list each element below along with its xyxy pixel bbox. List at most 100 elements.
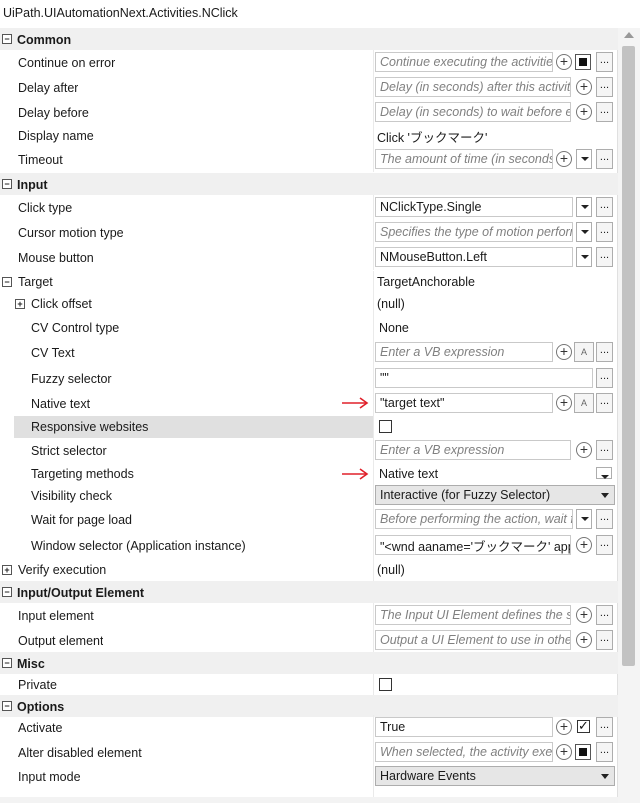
strict-selector-input[interactable]: Enter a VB expression [375, 440, 571, 460]
category-misc[interactable]: − Misc [0, 652, 618, 674]
cv-control-type-value[interactable]: None [379, 315, 409, 340]
add-variable-icon[interactable]: + [556, 719, 572, 735]
prop-cv-text: CV Text Enter a VB expression + A ... [0, 340, 618, 366]
native-text-input[interactable]: "target text" [375, 393, 553, 413]
ellipsis-button[interactable]: ... [596, 440, 613, 460]
column-separator [373, 340, 374, 366]
ellipsis-button[interactable]: ... [596, 222, 613, 242]
category-common[interactable]: − Common [0, 28, 618, 50]
cursor-motion-type-input[interactable]: Specifies the type of motion perforn [375, 222, 573, 242]
continue-on-error-input[interactable]: Continue executing the activities [375, 52, 553, 72]
ellipsis-button[interactable]: ... [596, 342, 613, 362]
vb-expression-icon[interactable]: A [574, 393, 594, 413]
ellipsis-button[interactable]: ... [596, 535, 613, 555]
stop-icon[interactable] [575, 54, 591, 70]
add-variable-icon[interactable]: + [576, 79, 592, 95]
category-label: Options [17, 700, 65, 714]
cv-text-input[interactable]: Enter a VB expression [375, 342, 553, 362]
ellipsis-button[interactable]: ... [596, 102, 613, 122]
private-checkbox[interactable] [379, 678, 392, 691]
collapse-icon[interactable]: − [2, 277, 12, 287]
add-variable-icon[interactable]: + [556, 54, 572, 70]
ellipsis-button[interactable]: ... [596, 197, 613, 217]
column-separator [373, 391, 374, 416]
ellipsis-button[interactable]: ... [596, 742, 613, 762]
add-variable-icon[interactable]: + [576, 632, 592, 648]
category-options[interactable]: − Options [0, 695, 618, 717]
ellipsis-button[interactable]: ... [596, 393, 613, 413]
add-variable-icon[interactable]: + [576, 607, 592, 623]
window-selector-input[interactable]: "<wnd aaname='ブックマーク' app='fi [375, 535, 571, 555]
add-variable-icon[interactable]: + [576, 537, 592, 553]
column-separator [373, 507, 374, 533]
prop-native-text: Native text "target text" + A ... [0, 391, 618, 416]
expand-icon[interactable]: + [2, 565, 12, 575]
prop-label: Cursor motion type [18, 225, 124, 240]
prop-label: Mouse button [18, 250, 94, 265]
dropdown-arrow-icon[interactable] [576, 149, 592, 169]
dropdown-arrow-icon[interactable] [576, 509, 592, 529]
input-mode-select[interactable]: Hardware Events [375, 766, 615, 786]
prop-label: Target [18, 275, 53, 289]
add-variable-icon[interactable]: + [556, 395, 572, 411]
delay-after-input[interactable]: Delay (in seconds) after this activity [375, 77, 571, 97]
dropdown-arrow-icon[interactable] [576, 197, 592, 217]
category-input-output-element[interactable]: − Input/Output Element [0, 581, 618, 603]
alter-disabled-element-input[interactable]: When selected, the activity exec [375, 742, 553, 762]
ellipsis-button[interactable]: ... [596, 247, 613, 267]
ellipsis-button[interactable]: ... [596, 368, 613, 388]
vertical-scrollbar[interactable] [617, 28, 640, 803]
fuzzy-selector-input[interactable]: "" [375, 368, 593, 388]
column-separator [373, 125, 374, 147]
add-variable-icon[interactable]: + [556, 744, 572, 760]
column-separator [373, 485, 374, 507]
expand-icon[interactable]: + [15, 299, 25, 309]
add-variable-icon[interactable]: + [556, 344, 572, 360]
display-name-value[interactable]: Click 'ブックマーク' [377, 125, 487, 147]
dropdown-arrow-icon[interactable] [596, 467, 612, 479]
output-element-input[interactable]: Output a UI Element to use in other [375, 630, 571, 650]
column-separator [373, 603, 374, 628]
visibility-check-select[interactable]: Interactive (for Fuzzy Selector) [375, 485, 615, 505]
prop-activate: Activate True + ... [0, 715, 618, 740]
collapse-icon[interactable]: − [2, 658, 12, 668]
vb-expression-icon[interactable]: A [574, 342, 594, 362]
placeholder: Delay (in seconds) to wait before ex [380, 105, 571, 119]
dropdown-arrow-icon[interactable] [576, 222, 592, 242]
collapse-icon[interactable]: − [2, 179, 12, 189]
add-variable-icon[interactable]: + [576, 104, 592, 120]
prop-label: Delay after [18, 80, 79, 95]
prop-click-offset: + Click offset (null) [0, 293, 618, 315]
delay-before-input[interactable]: Delay (in seconds) to wait before ex [375, 102, 571, 122]
prop-target: − Target TargetAnchorable [0, 271, 618, 293]
scrollbar-thumb[interactable] [622, 46, 635, 666]
ellipsis-button[interactable]: ... [596, 605, 613, 625]
mouse-button-input[interactable]: NMouseButton.Left [375, 247, 573, 267]
activate-checkbox[interactable] [577, 718, 590, 734]
category-input[interactable]: − Input [0, 173, 618, 195]
prop-private: Private [0, 674, 618, 696]
collapse-icon[interactable]: − [2, 587, 12, 597]
wait-for-page-load-input[interactable]: Before performing the action, wait f [375, 509, 573, 529]
responsive-websites-checkbox[interactable] [379, 420, 392, 433]
collapse-icon[interactable]: − [2, 701, 12, 711]
activate-input[interactable]: True [375, 717, 553, 737]
input-element-input[interactable]: The Input UI Element defines the sc [375, 605, 571, 625]
ellipsis-button[interactable]: ... [596, 149, 613, 169]
ellipsis-button[interactable]: ... [596, 52, 613, 72]
prop-label: Display name [18, 129, 94, 143]
timeout-input[interactable]: The amount of time (in seconds, [375, 149, 553, 169]
collapse-icon[interactable]: − [2, 34, 12, 44]
click-type-input[interactable]: NClickType.Single [375, 197, 573, 217]
add-variable-icon[interactable]: + [556, 151, 572, 167]
scroll-up-icon[interactable] [624, 32, 634, 38]
ellipsis-button[interactable]: ... [596, 717, 613, 737]
dropdown-arrow-icon[interactable] [576, 247, 592, 267]
ellipsis-button[interactable]: ... [596, 630, 613, 650]
add-variable-icon[interactable]: + [576, 442, 592, 458]
ellipsis-button[interactable]: ... [596, 77, 613, 97]
placeholder: Before performing the action, wait f [380, 512, 573, 526]
prop-input-mode: Input mode Hardware Events [0, 766, 618, 788]
stop-icon[interactable] [575, 744, 591, 760]
ellipsis-button[interactable]: ... [596, 509, 613, 529]
